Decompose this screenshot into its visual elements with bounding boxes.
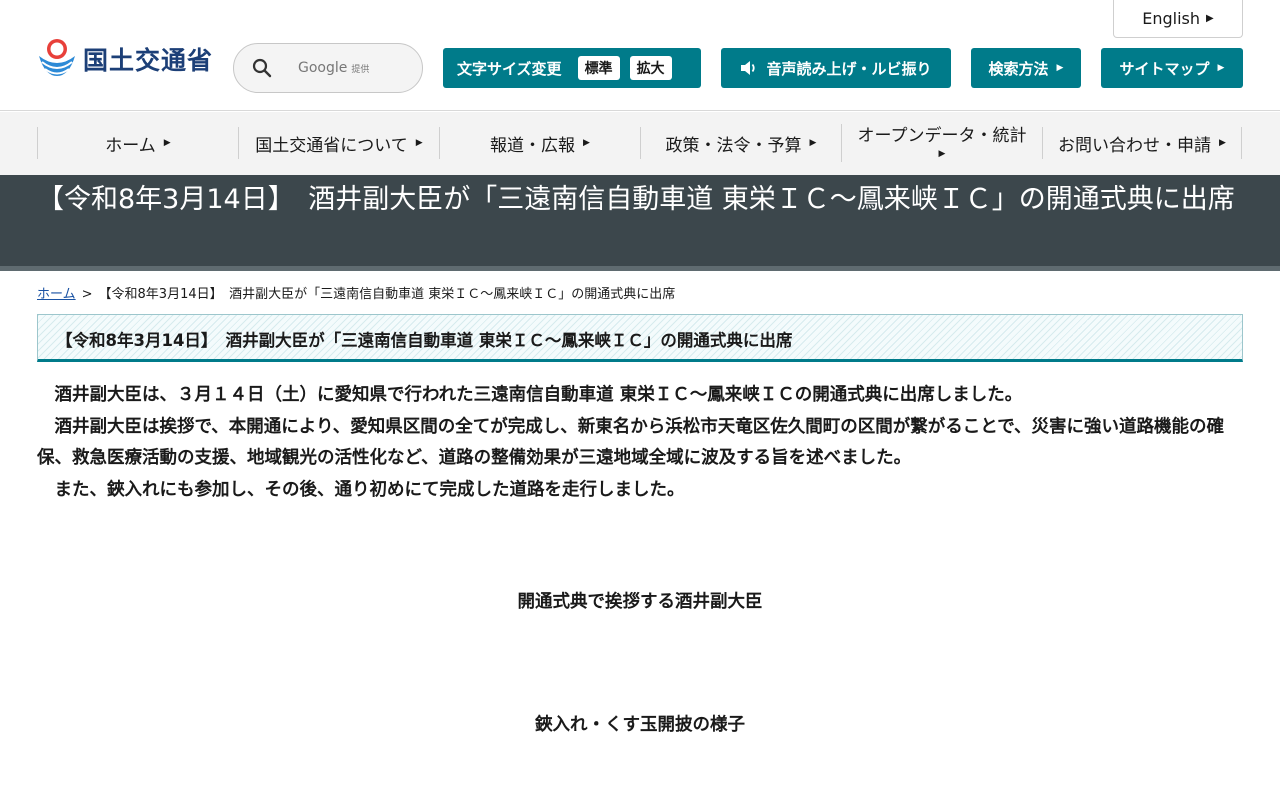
nav-item-press[interactable]: 報道・広報 ▶ [439,127,640,159]
photo-caption: 鋏入れ・くす玉開披の様子 [535,715,745,735]
font-size-large-button[interactable]: 拡大 [629,56,672,80]
nav-item-label: 政策・法令・予算 [665,135,802,156]
nav-item-contact[interactable]: お問い合わせ・申請 ▶ [1042,127,1242,159]
triangle-right-icon: ▶ [583,138,590,148]
site-logo[interactable]: 国土交通省 [37,36,213,82]
mlit-logo-icon [37,36,77,82]
page-title-band: 【令和8年3月14日】 酒井副大臣が「三遠南信自動車道 東栄ＩＣ～鳳来峡ＩＣ」の… [0,175,1280,271]
triangle-right-icon: ▶ [163,138,171,148]
font-size-standard-button[interactable]: 標準 [577,56,620,80]
nav-item-label: オープンデータ・統計 [857,126,1027,147]
page-title: 【令和8年3月14日】 酒井副大臣が「三遠南信自動車道 東栄ＩＣ～鳳来峡ＩＣ」の… [37,184,1235,215]
sitemap-button[interactable]: サイトマップ ▶ [1101,48,1243,88]
breadcrumb-current: 【令和8年3月14日】 酒井副大臣が「三遠南信自動車道 東栄ＩＣ～鳳来峡ＩＣ」の… [98,287,676,302]
triangle-right-icon: ▶ [1056,63,1064,73]
search-icon [252,58,272,78]
triangle-right-icon: ▶ [1217,63,1225,73]
article-body: 酒井副大臣は、３月１４日（土）に愛知県で行われた三遠南信自動車道 東栄ＩＣ～鳳来… [37,380,1243,506]
voice-ruby-button[interactable]: 音声読み上げ・ルビ振り [721,48,951,88]
triangle-right-icon: ▶ [1206,13,1214,24]
nav-item-label: ホーム [105,135,156,156]
search-method-label: 検索方法 [988,59,1049,78]
search-provider: Google 提供 [298,60,369,76]
global-nav: ホーム ▶ 国土交通省について ▶ 報道・広報 ▶ 政策・法令・予算 ▶ オープンデータ… [0,112,1280,175]
search-method-button[interactable]: 検索方法 ▶ [971,48,1081,88]
article-paragraph: 酒井副大臣は挨拶で、本開通により、愛知県区間の全てが完成し、新東名から浜松市天竜… [37,416,1225,469]
search-brand-label: Google [298,60,348,76]
logo-text: 国土交通省 [83,46,214,75]
article-paragraph: また、鋏入れにも参加し、その後、通り初めにて完成した道路を走行しました。 [54,479,685,500]
speaker-icon [741,61,756,75]
breadcrumb-separator: > [81,287,93,302]
font-size-label: 文字サイズ変更 [457,59,562,78]
nav-item-label: 報道・広報 [490,135,576,156]
photo-caption: 開通式典で挨拶する酒井副大臣 [517,592,763,612]
triangle-right-icon: ▶ [938,148,946,159]
article-heading: 【令和8年3月14日】 酒井副大臣が「三遠南信自動車道 東栄ＩＣ～鳳来峡ＩＣ」の… [56,331,793,350]
search-brand-suffix: 提供 [351,65,370,75]
triangle-right-icon: ▶ [1219,138,1226,148]
voice-ruby-label: 音声読み上げ・ルビ振り [766,59,932,78]
nav-item-label: 国土交通省について [255,135,408,156]
english-label: English [1142,9,1201,28]
article-paragraph: 酒井副大臣は、３月１４日（土）に愛知県で行われた三遠南信自動車道 東栄ＩＣ～鳳来… [54,385,1023,405]
english-link[interactable]: English ▶ [1113,0,1243,38]
breadcrumb-home-link[interactable]: ホーム [37,287,76,302]
nav-item-open-data[interactable]: オープンデータ・統計 ▶ [841,124,1042,162]
breadcrumb: ホーム > 【令和8年3月14日】 酒井副大臣が「三遠南信自動車道 東栄ＩＣ～鳳来峡… [37,283,675,302]
sitemap-label: サイトマップ [1119,59,1210,78]
article-heading-box: 【令和8年3月14日】 酒井副大臣が「三遠南信自動車道 東栄ＩＣ～鳳来峡ＩＣ」の… [37,314,1243,362]
search-input[interactable]: Google 提供 [233,43,423,93]
nav-item-home[interactable]: ホーム ▶ [37,127,238,159]
nav-item-policy[interactable]: 政策・法令・予算 ▶ [640,127,841,159]
nav-item-label: お問い合わせ・申請 [1058,135,1212,156]
nav-item-about[interactable]: 国土交通省について ▶ [238,127,439,159]
font-size-control: 文字サイズ変更 標準 拡大 [443,48,701,88]
triangle-right-icon: ▶ [415,138,423,148]
triangle-right-icon: ▶ [809,138,817,148]
site-header: English ▶ 国土交通省 Google提供 文字サイズ変更 標準 拡大 [0,0,1280,111]
